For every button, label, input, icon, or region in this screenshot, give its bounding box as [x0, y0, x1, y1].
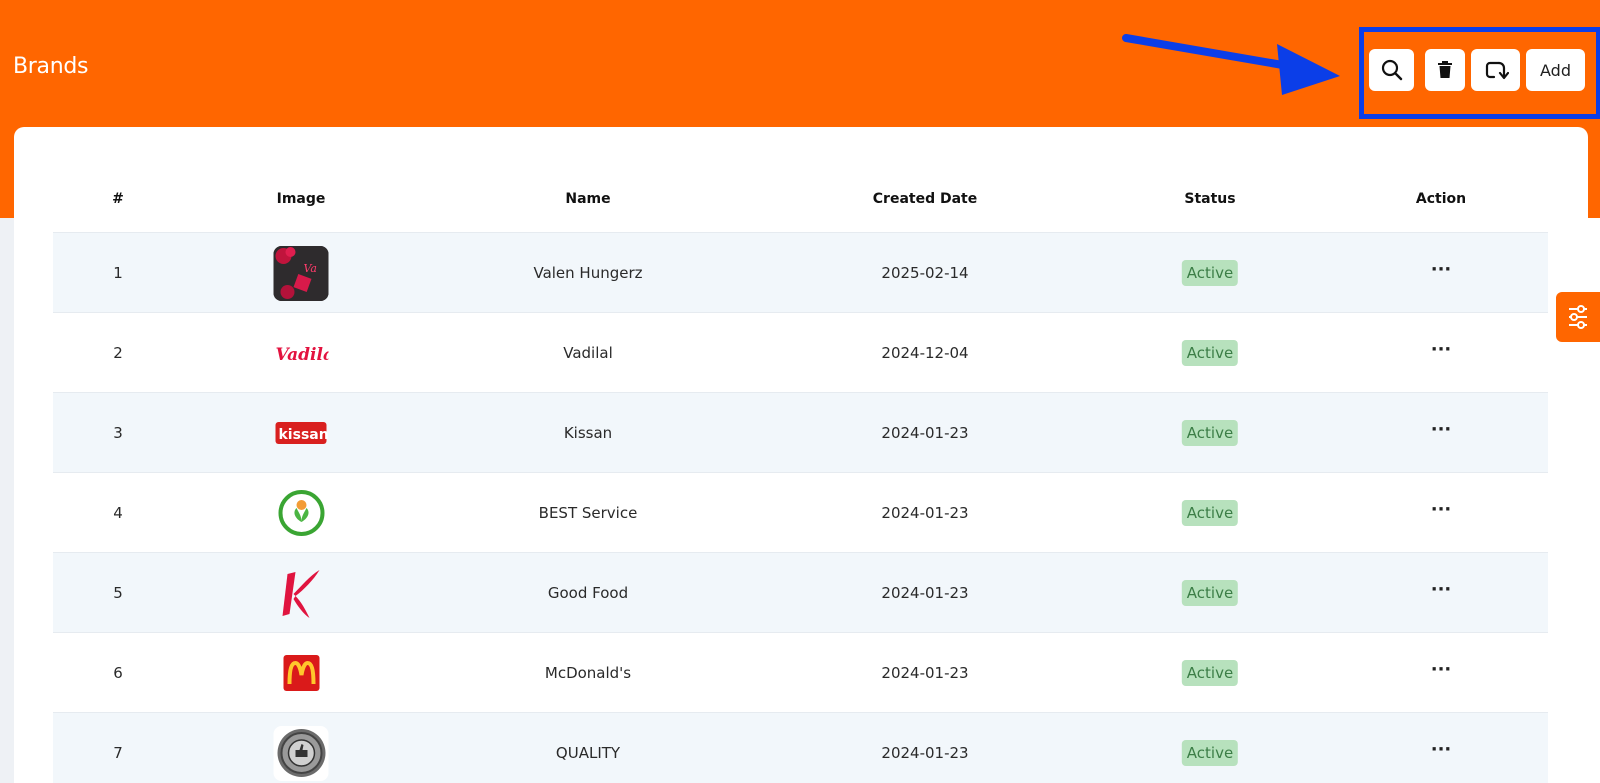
- created-date: 2024-01-23: [881, 504, 969, 522]
- status-cell: Active: [1181, 313, 1239, 393]
- brand-name: BEST Service: [538, 504, 638, 522]
- action-cell: ···: [1431, 393, 1452, 473]
- more-actions-button[interactable]: ···: [1431, 741, 1452, 759]
- table-row[interactable]: 5 Good Food 2024-01-23 Active ···: [53, 552, 1548, 632]
- column-header-number: #: [112, 191, 124, 207]
- status-badge: Active: [1181, 500, 1239, 526]
- brand-name: McDonald's: [544, 664, 632, 682]
- table-row[interactable]: 7 QUALITY 2024-01-23 Active ···: [53, 712, 1548, 783]
- brand-name: Good Food: [547, 584, 629, 602]
- brand-image: kissan: [274, 393, 329, 473]
- quality-seal-logo: [273, 725, 329, 781]
- status-badge: Active: [1181, 260, 1239, 286]
- row-number: 1: [113, 264, 123, 282]
- row-number: 4: [113, 504, 123, 522]
- leaf-circle-logo: [274, 486, 329, 541]
- brands-table: # Image Name Created Date Status Action …: [53, 166, 1548, 783]
- status-cell: Active: [1181, 633, 1239, 713]
- row-number: 5: [113, 584, 123, 602]
- status-badge: Active: [1181, 580, 1239, 606]
- refresh-button[interactable]: [1471, 49, 1520, 91]
- delete-button[interactable]: [1425, 49, 1465, 91]
- action-cell: ···: [1431, 473, 1452, 553]
- more-actions-button[interactable]: ···: [1431, 421, 1452, 439]
- action-cell: ···: [1431, 633, 1452, 713]
- status-badge: Active: [1181, 340, 1239, 366]
- table-row[interactable]: 3 kissan Kissan 2024-01-23 Active ···: [53, 392, 1548, 472]
- action-cell: ···: [1431, 313, 1452, 393]
- status-badge: Active: [1181, 740, 1239, 766]
- more-actions-button[interactable]: ···: [1431, 341, 1452, 359]
- action-cell: ···: [1431, 233, 1452, 313]
- created-date: 2024-01-23: [881, 664, 969, 682]
- action-cell: ···: [1431, 713, 1452, 783]
- vadilal-logo: Vadilal: [274, 326, 329, 381]
- brand-image: Va: [273, 233, 329, 313]
- refresh-icon: [1485, 61, 1509, 80]
- brand-name: Vadilal: [563, 344, 613, 362]
- column-header-status: Status: [1184, 191, 1236, 207]
- created-date: 2024-01-23: [881, 424, 969, 442]
- search-button[interactable]: [1369, 49, 1414, 91]
- row-number: 7: [113, 744, 123, 762]
- brand-image: [274, 553, 329, 633]
- brand-image: Vadilal: [274, 313, 329, 393]
- row-number: 2: [113, 344, 123, 362]
- svg-text:kissan: kissan: [279, 427, 329, 443]
- table-row[interactable]: 2 Vadilal Vadilal 2024-12-04 Active ···: [53, 312, 1548, 392]
- search-icon: [1381, 59, 1402, 81]
- created-date: 2024-12-04: [881, 344, 969, 362]
- kelloggs-k-logo: [274, 566, 329, 621]
- status-cell: Active: [1181, 713, 1239, 783]
- mcdonalds-logo: [274, 646, 329, 701]
- column-header-created-date: Created Date: [872, 191, 978, 207]
- status-badge: Active: [1181, 660, 1239, 686]
- table-row[interactable]: 6 McDonald's 2024-01-23 Active ···: [53, 632, 1548, 712]
- status-cell: Active: [1181, 233, 1239, 313]
- created-date: 2024-01-23: [881, 584, 969, 602]
- brand-image: [273, 713, 329, 783]
- more-actions-button[interactable]: ···: [1431, 261, 1452, 279]
- svg-text:Vadilal: Vadilal: [276, 345, 329, 365]
- status-badge: Active: [1181, 420, 1239, 446]
- column-header-action: Action: [1415, 191, 1467, 207]
- column-header-image: Image: [276, 191, 326, 207]
- valentine-logo: Va: [273, 245, 329, 301]
- table-header: # Image Name Created Date Status Action: [53, 166, 1548, 232]
- table-row[interactable]: 1 Va Valen Hungerz 2025-02-14 Active ···: [53, 232, 1548, 312]
- kissan-logo: kissan: [274, 406, 329, 461]
- action-cell: ···: [1431, 553, 1452, 633]
- brand-name: Kissan: [563, 424, 613, 442]
- row-number: 6: [113, 664, 123, 682]
- sliders-icon: [1569, 305, 1587, 329]
- created-date: 2024-01-23: [881, 744, 969, 762]
- filter-side-tab[interactable]: [1556, 292, 1600, 342]
- left-strip: [0, 218, 14, 783]
- page-title: Brands: [13, 54, 89, 79]
- table-row[interactable]: 4 BEST Service 2024-01-23 Active ···: [53, 472, 1548, 552]
- column-header-name: Name: [565, 191, 611, 207]
- status-cell: Active: [1181, 553, 1239, 633]
- brand-name: QUALITY: [555, 744, 621, 762]
- more-actions-button[interactable]: ···: [1431, 661, 1452, 679]
- created-date: 2025-02-14: [881, 264, 969, 282]
- status-cell: Active: [1181, 473, 1239, 553]
- add-button[interactable]: Add: [1526, 49, 1585, 91]
- more-actions-button[interactable]: ···: [1431, 501, 1452, 519]
- brand-name: Valen Hungerz: [533, 264, 643, 282]
- brand-image: [274, 633, 329, 713]
- status-cell: Active: [1181, 393, 1239, 473]
- svg-text:Va: Va: [304, 262, 318, 275]
- brand-image: [274, 473, 329, 553]
- row-number: 3: [113, 424, 123, 442]
- trash-icon: [1438, 61, 1452, 78]
- more-actions-button[interactable]: ···: [1431, 581, 1452, 599]
